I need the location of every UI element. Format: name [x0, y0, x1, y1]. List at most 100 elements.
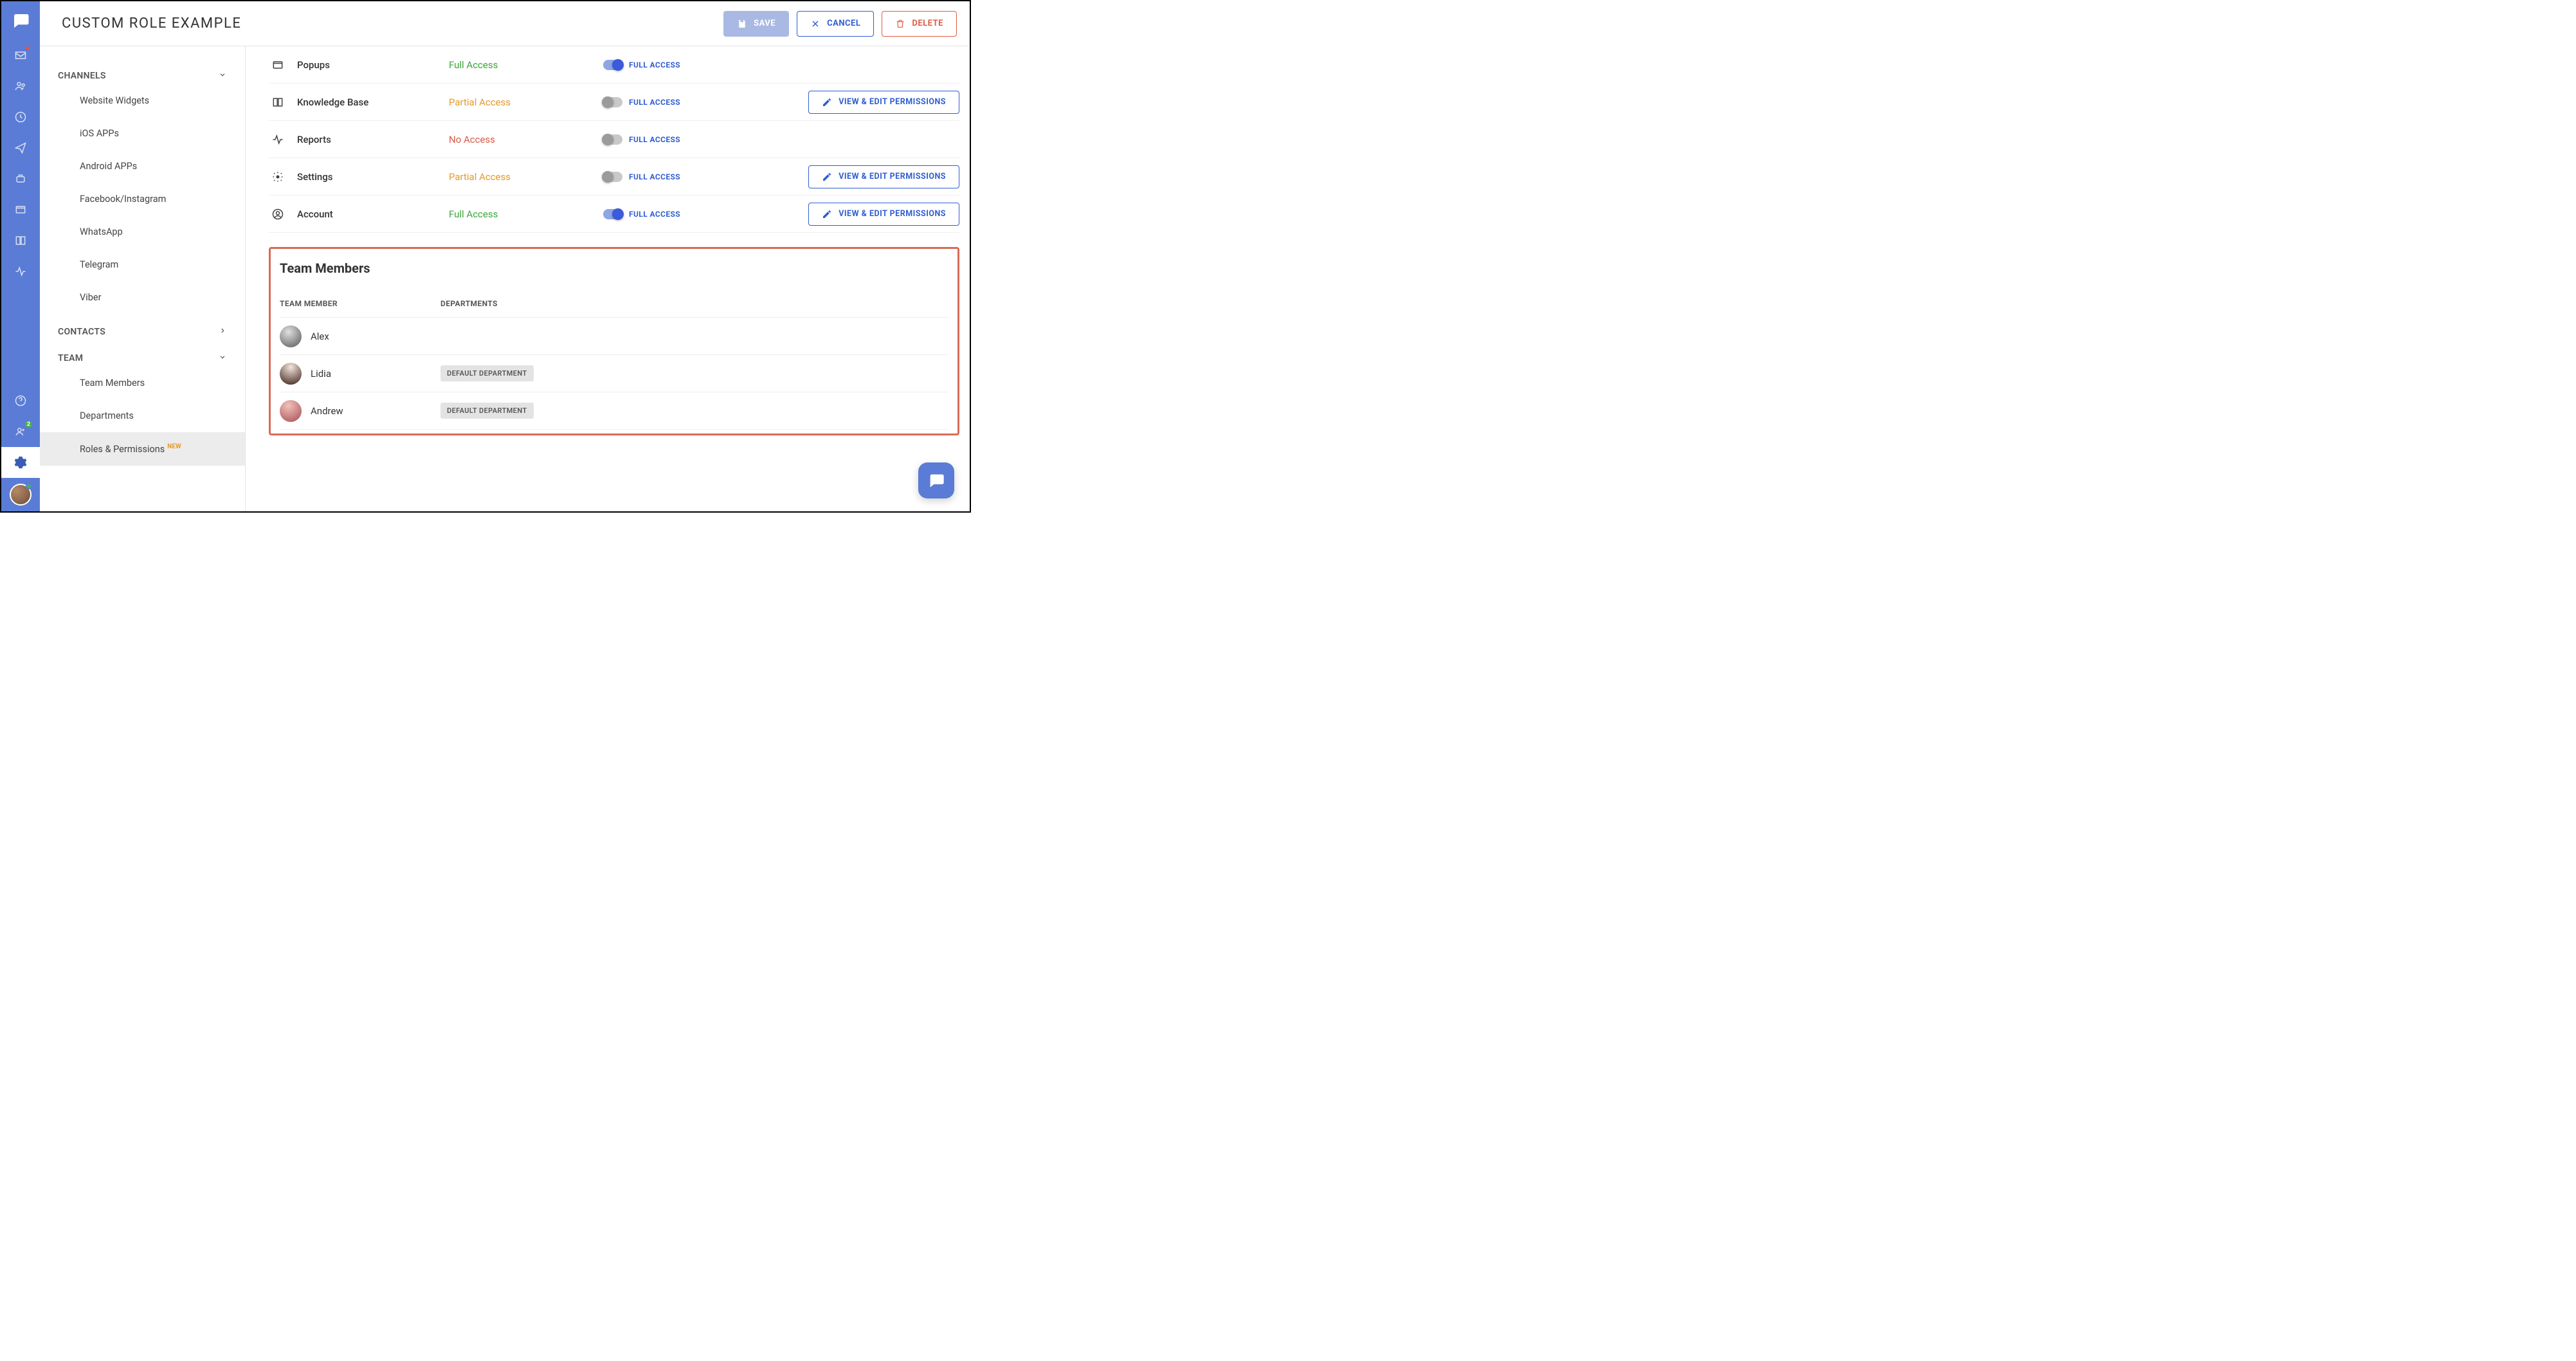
permission-row: Knowledge BasePartial Access FULL ACCESS V…: [269, 84, 959, 121]
permission-access-level: No Access: [449, 134, 603, 145]
reports-icon: [269, 133, 287, 146]
close-icon: [810, 19, 821, 29]
toggle-label: FULL ACCESS: [629, 210, 680, 219]
team-members-heading: Team Members: [280, 260, 948, 276]
team-members-header-row: TEAM MEMBER DEPARTMENTS: [280, 294, 948, 318]
account-icon: [269, 208, 287, 221]
sidebar-group-team[interactable]: TEAM: [40, 340, 245, 367]
permission-toggle-group: FULL ACCESS: [603, 172, 796, 182]
nav-settings[interactable]: [1, 447, 40, 478]
sidebar-item-channel[interactable]: WhatsApp: [40, 215, 245, 248]
chat-bubble-icon: [927, 471, 945, 489]
permission-row: AccountFull Access FULL ACCESS VIEW & EDIT…: [269, 196, 959, 233]
settings-sidebar: CHANNELS Website WidgetsiOS APPsAndroid …: [40, 46, 246, 511]
toggle-label: FULL ACCESS: [629, 172, 680, 181]
team-members-section: Team Members TEAM MEMBER DEPARTMENTS Ale…: [269, 247, 959, 435]
member-name: Andrew: [311, 405, 440, 417]
permission-access-level: Full Access: [449, 59, 603, 71]
pencil-icon: [822, 172, 832, 182]
sidebar-group-contacts[interactable]: CONTACTS: [40, 314, 245, 340]
full-access-toggle[interactable]: [603, 60, 622, 70]
permission-toggle-group: FULL ACCESS: [603, 209, 796, 219]
full-access-toggle[interactable]: [603, 97, 622, 107]
knowledge-base-icon: [269, 96, 287, 109]
new-badge: NEW: [167, 443, 181, 450]
nav-bots[interactable]: [1, 163, 40, 194]
permission-name: Account: [297, 208, 449, 220]
presence-online-icon: [26, 483, 32, 489]
chevron-right-icon: [218, 325, 227, 338]
trash-icon: [895, 19, 905, 29]
sidebar-item-channel[interactable]: Telegram: [40, 248, 245, 281]
permission-toggle-group: FULL ACCESS: [603, 97, 796, 107]
sidebar-item-channel[interactable]: Facebook/Instagram: [40, 183, 245, 215]
team-member-row: LidiaDEFAULT DEPARTMENT: [280, 355, 948, 392]
nav-history[interactable]: [1, 102, 40, 132]
sidebar-item-channel[interactable]: Viber: [40, 281, 245, 314]
department-tag: DEFAULT DEPARTMENT: [440, 365, 534, 381]
chevron-down-icon: [218, 352, 227, 364]
sidebar-item-channel[interactable]: iOS APPs: [40, 117, 245, 150]
app-nav-rail: 2: [1, 1, 40, 511]
page-title: CUSTOM ROLE EXAMPLE: [62, 15, 241, 32]
toggle-label: FULL ACCESS: [629, 98, 680, 107]
brand-logo: [1, 1, 40, 40]
permission-name: Knowledge Base: [297, 96, 449, 108]
member-name: Lidia: [311, 368, 440, 379]
nav-help[interactable]: [1, 385, 40, 416]
nav-team[interactable]: 2: [1, 416, 40, 447]
current-user-avatar[interactable]: [1, 478, 40, 511]
save-icon: [737, 19, 747, 29]
permission-row: PopupsFull Access FULL ACCESS: [269, 46, 959, 84]
toggle-label: FULL ACCESS: [629, 135, 680, 144]
nav-knowledge-base[interactable]: [1, 225, 40, 256]
permission-name: Popups: [297, 59, 449, 71]
permission-name: Settings: [297, 171, 449, 183]
member-avatar: [280, 400, 302, 422]
chat-widget-button[interactable]: [918, 462, 954, 498]
page-header: CUSTOM ROLE EXAMPLE SAVE CANCEL DELETE: [40, 1, 970, 46]
member-name: Alex: [311, 331, 440, 342]
full-access-toggle[interactable]: [603, 172, 622, 182]
team-member-row: Alex: [280, 318, 948, 355]
nav-campaigns[interactable]: [1, 132, 40, 163]
toggle-label: FULL ACCESS: [629, 60, 680, 69]
sidebar-item-channel[interactable]: Android APPs: [40, 150, 245, 183]
department-tag: DEFAULT DEPARTMENT: [440, 403, 534, 419]
member-avatar: [280, 363, 302, 385]
main-content: PopupsFull AccessFULL ACCESSKnowledge Ba…: [246, 46, 970, 511]
permission-access-level: Full Access: [449, 208, 603, 220]
pencil-icon: [822, 209, 832, 219]
save-button[interactable]: SAVE: [723, 11, 789, 37]
sidebar-item-channel[interactable]: Website Widgets: [40, 84, 245, 117]
popups-icon: [269, 59, 287, 71]
sidebar-group-channels[interactable]: CHANNELS: [40, 58, 245, 84]
permission-access-level: Partial Access: [449, 171, 603, 183]
full-access-toggle[interactable]: [603, 209, 622, 219]
member-avatar: [280, 325, 302, 347]
nav-reports[interactable]: [1, 256, 40, 287]
sidebar-item-team[interactable]: Departments: [40, 399, 245, 432]
inbox-unread-dot-icon: [24, 45, 31, 51]
nav-popups[interactable]: [1, 194, 40, 225]
nav-inbox[interactable]: [1, 40, 40, 71]
sidebar-item-team[interactable]: Team Members: [40, 367, 245, 399]
permission-access-level: Partial Access: [449, 96, 603, 108]
delete-button[interactable]: DELETE: [882, 11, 957, 37]
permission-name: Reports: [297, 134, 449, 145]
view-edit-permissions-button[interactable]: VIEW & EDIT PERMISSIONS: [808, 165, 959, 188]
permission-toggle-group: FULL ACCESS: [603, 134, 796, 145]
team-badge: 2: [24, 420, 33, 429]
view-edit-permissions-button[interactable]: VIEW & EDIT PERMISSIONS: [808, 203, 959, 226]
view-edit-permissions-button[interactable]: VIEW & EDIT PERMISSIONS: [808, 91, 959, 114]
col-departments: DEPARTMENTS: [440, 299, 498, 308]
full-access-toggle[interactable]: [603, 134, 622, 145]
permission-row: ReportsNo Access FULL ACCESS: [269, 121, 959, 158]
settings-icon: [269, 170, 287, 183]
cancel-button[interactable]: CANCEL: [797, 11, 874, 37]
nav-visitors[interactable]: [1, 71, 40, 102]
permission-toggle-group: FULL ACCESS: [603, 60, 796, 70]
pencil-icon: [822, 97, 832, 107]
chevron-down-icon: [218, 69, 227, 82]
sidebar-item-team[interactable]: Roles & PermissionsNEW: [40, 432, 245, 466]
